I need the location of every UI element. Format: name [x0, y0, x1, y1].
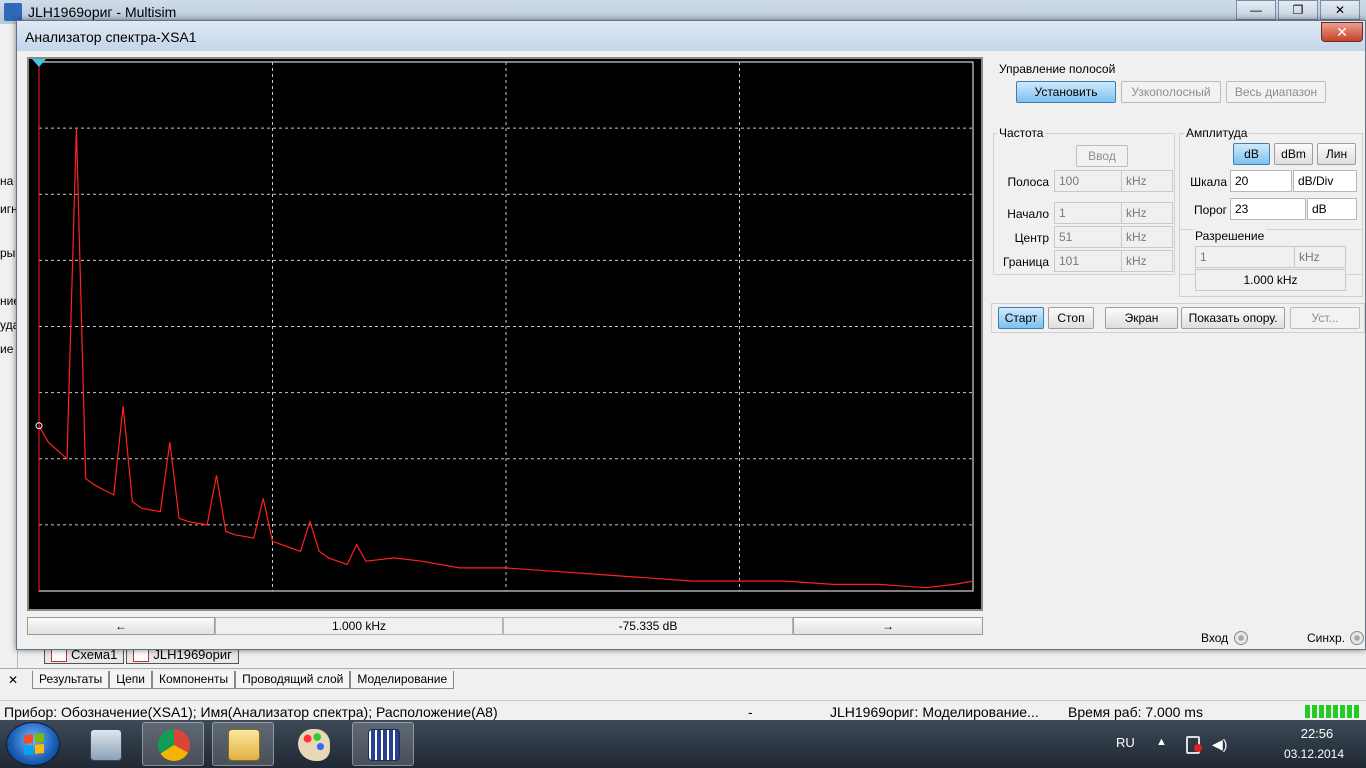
- end-frequency-input[interactable]: 101: [1054, 250, 1122, 272]
- cursor-right-button[interactable]: →: [793, 617, 983, 635]
- threshold-label: Порог: [1193, 203, 1227, 217]
- close-icon[interactable]: ✕: [1320, 0, 1360, 20]
- resolution-input[interactable]: 1: [1195, 246, 1295, 268]
- app-title: JLH1969ориг - Multisim: [28, 4, 177, 20]
- windows-logo-icon: [24, 732, 44, 756]
- simulation-progress-indicator: [1305, 705, 1359, 718]
- spectrum-analyzer-window: Анализатор спектра-XSA1 ✕ ← 1.000 kHz -7…: [16, 20, 1366, 650]
- close-icon[interactable]: ✕: [8, 673, 18, 687]
- left-panel-fragment: ие: [0, 342, 14, 356]
- chrome-icon: [158, 729, 190, 761]
- cursor-left-button[interactable]: ←: [27, 617, 215, 635]
- start-button[interactable]: Старт: [998, 307, 1044, 329]
- tab-simulation[interactable]: Моделирование: [350, 671, 455, 689]
- tab-results[interactable]: Результаты: [32, 671, 110, 689]
- span-unit: kHz: [1121, 170, 1173, 192]
- spectrum-plot: [32, 59, 974, 592]
- taskbar-multisim[interactable]: [352, 722, 414, 766]
- analyzer-titlebar[interactable]: Анализатор спектра-XSA1 ✕: [17, 21, 1365, 51]
- center-frequency-unit: kHz: [1121, 226, 1173, 248]
- status-device: Прибор: Обозначение(XSA1); Имя(Анализато…: [4, 704, 498, 720]
- resolution-unit: kHz: [1294, 246, 1346, 268]
- taskbar-paint[interactable]: [282, 722, 344, 766]
- enter-button[interactable]: Ввод: [1076, 145, 1128, 167]
- spreadsheet-view: ✕ Результаты Цепи Компоненты Проводящий …: [0, 668, 1366, 700]
- screen-button[interactable]: Экран: [1105, 307, 1178, 329]
- paint-palette-icon: [298, 729, 330, 761]
- restore-icon[interactable]: ❐: [1278, 0, 1318, 20]
- spreadsheet-tabs: Результаты Цепи Компоненты Проводящий сл…: [32, 671, 455, 689]
- frequency-label: Частота: [997, 126, 1046, 140]
- input-connector-label: Вход: [1201, 631, 1229, 645]
- status-bar: Прибор: Обозначение(XSA1); Имя(Анализато…: [0, 700, 1366, 722]
- clock-date[interactable]: 03.12.2014: [1274, 747, 1354, 761]
- db-mode-button[interactable]: dB: [1233, 143, 1270, 165]
- cursor-marker-icon: [32, 59, 46, 67]
- taskbar: RU ▲ ◀) 22:56 03.12.2014: [0, 720, 1366, 768]
- start-frequency-unit: kHz: [1121, 202, 1173, 224]
- multisim-app-icon: [4, 3, 22, 21]
- volume-icon[interactable]: ◀): [1212, 736, 1227, 753]
- span-input[interactable]: 100: [1054, 170, 1122, 192]
- status-simulation-state: JLH1969ориг: Моделирование...: [830, 704, 1039, 720]
- dbm-mode-button[interactable]: dBm: [1274, 143, 1313, 165]
- multisim-icon: [368, 729, 400, 761]
- amplitude-label: Амплитуда: [1184, 126, 1250, 140]
- full-span-button[interactable]: Весь диапазон: [1226, 81, 1326, 103]
- cursor-amplitude-readout: -75.335 dB: [503, 617, 793, 635]
- system-tray: RU ▲ ◀) 22:56 03.12.2014: [1086, 720, 1366, 768]
- left-panel-fragment: ры: [0, 246, 16, 260]
- battery-icon[interactable]: [1186, 736, 1202, 754]
- language-indicator[interactable]: RU: [1116, 735, 1135, 750]
- start-frequency-label: Начало: [1007, 207, 1049, 221]
- scale-input[interactable]: 20: [1230, 170, 1292, 192]
- resolution-label: Разрешение: [1193, 229, 1267, 243]
- tab-nets[interactable]: Цепи: [109, 671, 152, 689]
- clock-time[interactable]: 22:56: [1282, 726, 1352, 741]
- start-frequency-input[interactable]: 1: [1054, 202, 1122, 224]
- end-frequency-unit: kHz: [1121, 250, 1173, 272]
- show-reference-button[interactable]: Показать опору.: [1181, 307, 1285, 329]
- threshold-input[interactable]: 23: [1230, 198, 1306, 220]
- taskbar-calculator[interactable]: [74, 722, 136, 766]
- set-band-button[interactable]: Установить: [1016, 81, 1116, 103]
- left-panel-fragment: на: [0, 174, 14, 188]
- narrow-band-button[interactable]: Узкополосный: [1121, 81, 1221, 103]
- scale-label: Шкала: [1190, 175, 1227, 189]
- linear-mode-button[interactable]: Лин: [1317, 143, 1356, 165]
- scale-unit: dB/Div: [1293, 170, 1357, 192]
- folder-icon: [228, 729, 260, 761]
- input-terminal[interactable]: [1234, 631, 1248, 645]
- app-window-controls: — ❐ ✕: [1236, 0, 1360, 20]
- end-frequency-label: Граница: [1002, 255, 1049, 269]
- tab-copper-layers[interactable]: Проводящий слой: [235, 671, 351, 689]
- tab-components[interactable]: Компоненты: [151, 671, 236, 689]
- settings-button[interactable]: Уст...: [1290, 307, 1360, 329]
- center-frequency-input[interactable]: 51: [1054, 226, 1122, 248]
- start-button[interactable]: [6, 722, 60, 766]
- status-run-time: Время раб: 7.000 ms: [1068, 704, 1203, 720]
- minimize-icon[interactable]: —: [1236, 0, 1276, 20]
- spectrum-display[interactable]: [27, 57, 983, 611]
- close-icon[interactable]: ✕: [1321, 22, 1363, 42]
- resolution-readout: 1.000 kHz: [1195, 269, 1346, 291]
- center-frequency-label: Центр: [1014, 231, 1049, 245]
- sync-terminal[interactable]: [1350, 631, 1364, 645]
- taskbar-chrome[interactable]: [142, 722, 204, 766]
- analyzer-client-area: ← 1.000 kHz -75.335 dB → Управление поло…: [17, 51, 1365, 649]
- stop-button[interactable]: Стоп: [1048, 307, 1094, 329]
- analyzer-title: Анализатор спектра-XSA1: [25, 29, 197, 45]
- threshold-unit: dB: [1307, 198, 1357, 220]
- show-hidden-icons-icon[interactable]: ▲: [1156, 736, 1167, 748]
- band-control-label: Управление полосой: [997, 62, 1118, 76]
- calculator-icon: [90, 729, 122, 761]
- cursor-frequency-readout: 1.000 kHz: [215, 617, 503, 635]
- sync-connector-label: Синхр.: [1307, 631, 1346, 645]
- status-separator: -: [748, 704, 753, 720]
- taskbar-explorer[interactable]: [212, 722, 274, 766]
- span-label: Полоса: [1007, 175, 1049, 189]
